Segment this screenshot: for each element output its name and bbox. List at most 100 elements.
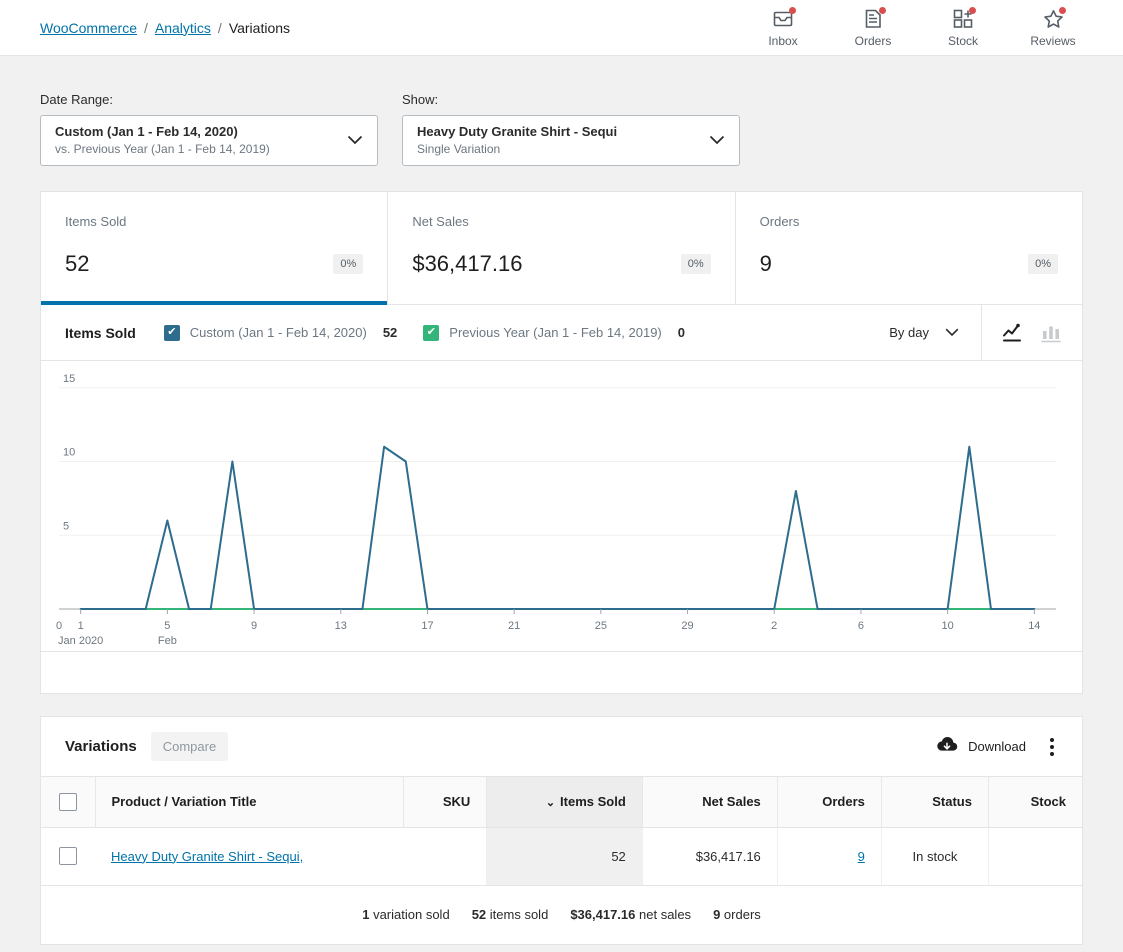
svg-text:21: 21 <box>508 620 520 632</box>
line-chart-icon[interactable] <box>1002 322 1024 344</box>
download-button[interactable]: Download <box>936 736 1026 757</box>
column-header-status[interactable]: Status <box>881 777 988 827</box>
svg-text:5: 5 <box>63 520 69 532</box>
svg-text:Feb: Feb <box>158 635 177 647</box>
column-header-net-sales[interactable]: Net Sales <box>642 777 777 827</box>
breadcrumb: WooCommerce / Analytics / Variations <box>40 20 290 36</box>
summary-card-value: 9 <box>760 251 772 277</box>
svg-text:10: 10 <box>63 447 75 459</box>
column-header-orders[interactable]: Orders <box>777 777 881 827</box>
header-item-reviews[interactable]: Reviews <box>1023 8 1083 48</box>
bar-chart-icon[interactable] <box>1040 322 1062 344</box>
chart-header: Items Sold ✔ Custom (Jan 1 - Feb 14, 202… <box>41 305 1082 361</box>
reviews-badge-dot <box>1059 7 1066 14</box>
legend-total-current: 52 <box>383 325 397 340</box>
header-item-orders[interactable]: Orders <box>843 8 903 48</box>
stock-icon <box>951 8 975 30</box>
chart-legend: ✔ Custom (Jan 1 - Feb 14, 2020) 52 ✔ Pre… <box>164 325 889 341</box>
variation-title-link[interactable]: Heavy Duty Granite Shirt - Sequi, <box>111 849 303 864</box>
summary-card-delta: 0% <box>681 254 711 274</box>
legend-total-previous: 0 <box>678 325 685 340</box>
summary-card-value: $36,417.16 <box>412 251 522 277</box>
summary-card-delta: 0% <box>333 254 363 274</box>
chevron-down-icon <box>347 133 363 148</box>
svg-text:0: 0 <box>56 620 62 632</box>
legend-item-current[interactable]: ✔ Custom (Jan 1 - Feb 14, 2020) 52 <box>164 325 398 341</box>
legend-item-previous[interactable]: ✔ Previous Year (Jan 1 - Feb 14, 2019) 0 <box>423 325 685 341</box>
stock-badge-dot <box>969 7 976 14</box>
orders-count-link[interactable]: 9 <box>858 849 865 864</box>
date-range-compare: vs. Previous Year (Jan 1 - Feb 14, 2019) <box>55 142 270 156</box>
variations-table: Product / Variation Title SKU ⌄ Items Sol… <box>41 777 1082 886</box>
legend-checkbox-previous[interactable]: ✔ <box>423 325 439 341</box>
table-summary: 1 variation sold 52 items sold $36,417.1… <box>41 886 1082 944</box>
table-header-actions: Download <box>936 734 1058 760</box>
show-subtitle: Single Variation <box>417 142 500 156</box>
summary-card-net-sales[interactable]: Net Sales $36,417.16 0% <box>388 192 735 304</box>
download-label: Download <box>968 739 1026 754</box>
row-select-checkbox[interactable] <box>59 847 77 865</box>
variations-table-card: Variations Compare Download <box>40 716 1083 945</box>
legend-checkbox-current[interactable]: ✔ <box>164 325 180 341</box>
show-label: Show: <box>402 92 740 107</box>
summary-card-orders[interactable]: Orders 9 0% <box>736 192 1082 304</box>
cell-status: In stock <box>881 827 988 885</box>
column-header-stock[interactable]: Stock <box>988 777 1082 827</box>
date-range-label: Date Range: <box>40 92 378 107</box>
cell-orders: 9 <box>777 827 881 885</box>
summary-orders-label: orders <box>724 907 761 922</box>
column-header-title[interactable]: Product / Variation Title <box>95 777 404 827</box>
breadcrumb-current-variations: Variations <box>229 20 290 36</box>
header-actions: Inbox Orders Stock <box>753 8 1083 48</box>
summary-items-sold-value: 52 <box>472 907 486 922</box>
header-item-label-orders: Orders <box>855 34 892 48</box>
date-range-value: Custom (Jan 1 - Feb 14, 2020) <box>55 124 238 139</box>
sort-chevron-down-icon: ⌄ <box>546 797 555 809</box>
top-bar: WooCommerce / Analytics / Variations Inb… <box>0 0 1123 56</box>
show-value: Heavy Duty Granite Shirt - Sequi <box>417 124 617 139</box>
breadcrumb-link-analytics[interactable]: Analytics <box>155 20 211 36</box>
cell-net-sales: $36,417.16 <box>642 827 777 885</box>
summary-card-items-sold[interactable]: Items Sold 52 0% <box>41 192 388 304</box>
svg-text:2: 2 <box>771 620 777 632</box>
reviews-star-icon <box>1041 8 1065 30</box>
header-item-stock[interactable]: Stock <box>933 8 993 48</box>
chart-svg: 5101501Jan 20205Feb91317212529261014 <box>41 361 1082 651</box>
chart-footer <box>41 651 1082 693</box>
more-options-kebab-icon[interactable] <box>1046 734 1058 760</box>
cloud-download-icon <box>936 736 958 757</box>
header-item-label-inbox: Inbox <box>768 34 797 48</box>
summary-card-title: Orders <box>760 214 1058 229</box>
chart-plot[interactable]: 5101501Jan 20205Feb91317212529261014 <box>41 361 1082 651</box>
interval-select[interactable]: By day <box>889 325 981 340</box>
cell-items-sold: 52 <box>487 827 642 885</box>
summary-variations-sold: 1 variation sold <box>362 907 449 922</box>
summary-orders: 9 orders <box>713 907 761 922</box>
show-select[interactable]: Heavy Duty Granite Shirt - Sequi Single … <box>402 115 740 166</box>
compare-button[interactable]: Compare <box>151 732 228 761</box>
interval-value: By day <box>889 325 929 340</box>
svg-text:29: 29 <box>681 620 693 632</box>
summary-cards: Items Sold 52 0% Net Sales $36,417.16 0%… <box>40 191 1083 305</box>
column-header-items-sold-label: Items Sold <box>560 794 626 809</box>
cell-sku <box>404 827 487 885</box>
summary-items-sold: 52 items sold <box>472 907 549 922</box>
breadcrumb-link-woocommerce[interactable]: WooCommerce <box>40 20 137 36</box>
cell-variation-title: Heavy Duty Granite Shirt - Sequi, <box>95 827 404 885</box>
header-item-inbox[interactable]: Inbox <box>753 8 813 48</box>
column-header-sku[interactable]: SKU <box>404 777 487 827</box>
svg-text:13: 13 <box>335 620 347 632</box>
select-all-checkbox[interactable] <box>59 793 77 811</box>
summary-orders-value: 9 <box>713 907 720 922</box>
select-all-header <box>41 777 95 827</box>
header-item-label-reviews: Reviews <box>1030 34 1075 48</box>
svg-text:14: 14 <box>1028 620 1040 632</box>
svg-text:6: 6 <box>858 620 864 632</box>
chart-title: Items Sold <box>65 325 136 341</box>
summary-card-delta: 0% <box>1028 254 1058 274</box>
date-range-select[interactable]: Custom (Jan 1 - Feb 14, 2020) vs. Previo… <box>40 115 378 166</box>
table-head-row-group: Product / Variation Title SKU ⌄ Items Sol… <box>41 777 1082 827</box>
svg-text:9: 9 <box>251 620 257 632</box>
column-header-items-sold[interactable]: ⌄ Items Sold <box>487 777 642 827</box>
orders-badge-dot <box>879 7 886 14</box>
